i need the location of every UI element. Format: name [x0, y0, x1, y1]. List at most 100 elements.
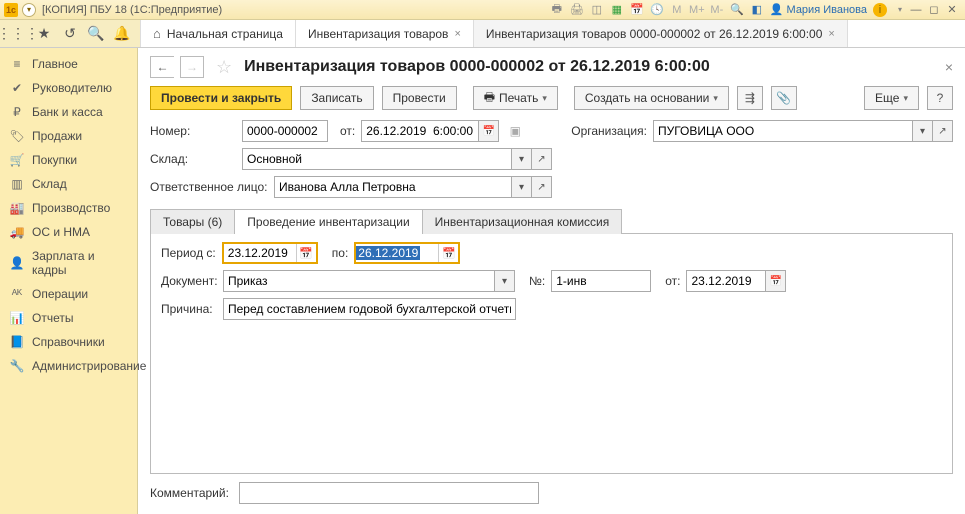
app-menu-dropdown[interactable]: ▾	[22, 3, 36, 17]
dropdown-icon[interactable]: ▾	[913, 120, 933, 142]
tab-content: Период с: 📅 по: 26.12.2019 📅 Документ: ▾	[150, 234, 953, 474]
windows-icon[interactable]: ◧	[750, 3, 764, 17]
tab-inventory-list[interactable]: Инвентаризация товаров ×	[296, 20, 474, 47]
open-ref-icon[interactable]: ↗	[532, 148, 552, 170]
open-ref-icon[interactable]: ↗	[933, 120, 953, 142]
more-button[interactable]: Еще ▾	[864, 86, 919, 110]
doc-number-input[interactable]	[551, 270, 651, 292]
sidebar-item-bank[interactable]: ₽Банк и касса	[0, 100, 137, 124]
sidebar-item-operations[interactable]: ᴬᴷОперации	[0, 282, 137, 306]
favorites-icon[interactable]: ★	[36, 26, 52, 42]
calendar-icon[interactable]: 📅	[630, 3, 644, 17]
period-to-label: по:	[332, 246, 349, 260]
m-icon[interactable]: M	[670, 3, 684, 17]
posted-status-icon: ▣	[505, 120, 525, 142]
help-button[interactable]: ?	[927, 86, 953, 110]
comment-input[interactable]	[239, 482, 539, 504]
doc-date-label: от:	[665, 274, 680, 288]
number-input[interactable]	[242, 120, 328, 142]
tab-inventory-process[interactable]: Проведение инвентаризации	[234, 209, 422, 234]
date-input[interactable]	[361, 120, 479, 142]
sidebar-item-assets[interactable]: 🚚ОС и НМА	[0, 220, 137, 244]
compare-icon[interactable]: ◫	[590, 3, 604, 17]
doc-date-input[interactable]	[686, 270, 766, 292]
history-icon[interactable]: ↺	[62, 26, 78, 42]
sidebar-item-admin[interactable]: 🔧Администрирование	[0, 354, 137, 378]
warehouse-input[interactable]	[242, 148, 512, 170]
current-user[interactable]: 👤 Мария Иванова	[770, 3, 867, 16]
tab-home[interactable]: ⌂ Начальная страница	[141, 20, 296, 47]
tab-commission[interactable]: Инвентаризационная комиссия	[422, 209, 623, 234]
tab-inventory-doc[interactable]: Инвентаризация товаров 0000-000002 от 26…	[474, 20, 848, 47]
create-based-button[interactable]: Создать на основании ▾	[574, 86, 729, 110]
favorite-star-icon[interactable]: ☆	[216, 57, 232, 78]
tab-goods[interactable]: Товары (6)	[150, 209, 235, 234]
sidebar-item-label: Отчеты	[32, 311, 73, 325]
structure-button[interactable]: ⇶	[737, 86, 763, 110]
toolbar-left-icons: ⋮⋮⋮ ★ ↺ 🔍 🔔	[0, 20, 141, 47]
close-window-button[interactable]: ✕	[943, 3, 961, 17]
maximize-button[interactable]: ◻	[925, 3, 943, 17]
number-label: Номер:	[150, 124, 236, 138]
sidebar-item-payroll[interactable]: 👤Зарплата и кадры	[0, 244, 137, 282]
printer-icon[interactable]: 🖨	[570, 3, 584, 17]
document-type-input[interactable]	[223, 270, 495, 292]
book-icon: 📘	[10, 335, 24, 349]
tab-close-icon[interactable]: ×	[454, 28, 460, 40]
sidebar-item-label: Администрирование	[32, 359, 146, 373]
sidebar-item-label: Главное	[32, 57, 78, 71]
print-button[interactable]: 🖶 Печать ▾	[473, 86, 558, 110]
truck-icon: 🚚	[10, 225, 24, 239]
check-icon: ✔	[10, 81, 24, 95]
chevron-down-icon: ▾	[713, 93, 718, 104]
m-plus-icon[interactable]: M+	[690, 3, 704, 17]
sidebar-item-manager[interactable]: ✔Руководителю	[0, 76, 137, 100]
date-from-label: от:	[340, 124, 355, 138]
sidebar-item-sales[interactable]: 🏷Продажи	[0, 124, 137, 148]
open-ref-icon[interactable]: ↗	[532, 176, 552, 198]
calendar-icon[interactable]: 📅	[479, 120, 499, 142]
inner-tabs: Товары (6) Проведение инвентаризации Инв…	[150, 208, 953, 234]
period-from-input[interactable]	[224, 244, 296, 262]
minimize-button[interactable]: —	[907, 3, 925, 17]
responsible-input[interactable]	[274, 176, 512, 198]
attachments-button[interactable]: 📎	[771, 86, 797, 110]
calendar-icon[interactable]: 📅	[438, 244, 458, 262]
back-button[interactable]: ←	[150, 56, 174, 78]
info-icon[interactable]: i	[873, 3, 887, 17]
print-label: Печать	[499, 91, 538, 105]
dropdown-icon[interactable]: ▾	[512, 176, 532, 198]
apps-grid-icon[interactable]: ⋮⋮⋮	[10, 26, 26, 42]
sidebar-item-purchases[interactable]: 🛒Покупки	[0, 148, 137, 172]
forward-button[interactable]: →	[180, 56, 204, 78]
calendar-icon[interactable]: 📅	[766, 270, 786, 292]
organization-input[interactable]	[653, 120, 913, 142]
sidebar-item-label: Продажи	[32, 129, 82, 143]
post-and-close-button[interactable]: Провести и закрыть	[150, 86, 292, 110]
period-to-input[interactable]: 26.12.2019	[356, 246, 420, 260]
dropdown-icon[interactable]: ▾	[512, 148, 532, 170]
sidebar-item-production[interactable]: 🏭Производство	[0, 196, 137, 220]
sidebar-item-reports[interactable]: 📊Отчеты	[0, 306, 137, 330]
sidebar-item-warehouse[interactable]: ▥Склад	[0, 172, 137, 196]
search-icon[interactable]: 🔍	[88, 26, 104, 42]
close-document-button[interactable]: ×	[945, 59, 953, 75]
dropdown-icon[interactable]: ▾	[495, 270, 515, 292]
org-label: Организация:	[571, 124, 647, 138]
info-dropdown-icon[interactable]: ▾	[893, 3, 907, 17]
tab-close-icon[interactable]: ×	[828, 28, 834, 40]
calc-icon[interactable]: ▦	[610, 3, 624, 17]
post-button[interactable]: Провести	[382, 86, 457, 110]
m-minus-icon[interactable]: M-	[710, 3, 724, 17]
sidebar-item-main[interactable]: ≡Главное	[0, 52, 137, 76]
clock-icon[interactable]: 🕓	[650, 3, 664, 17]
reason-input[interactable]	[223, 298, 516, 320]
titlebar-tools: 🖶 🖨 ◫ ▦ 📅 🕓 M M+ M- 🔍 ◧	[550, 3, 764, 17]
search-global-icon[interactable]: 🔍	[730, 3, 744, 17]
print-icon[interactable]: 🖶	[550, 3, 564, 17]
sidebar-item-label: Операции	[32, 287, 88, 301]
calendar-icon[interactable]: 📅	[296, 244, 316, 262]
notifications-icon[interactable]: 🔔	[114, 26, 130, 42]
sidebar-item-catalogs[interactable]: 📘Справочники	[0, 330, 137, 354]
save-button[interactable]: Записать	[300, 86, 373, 110]
